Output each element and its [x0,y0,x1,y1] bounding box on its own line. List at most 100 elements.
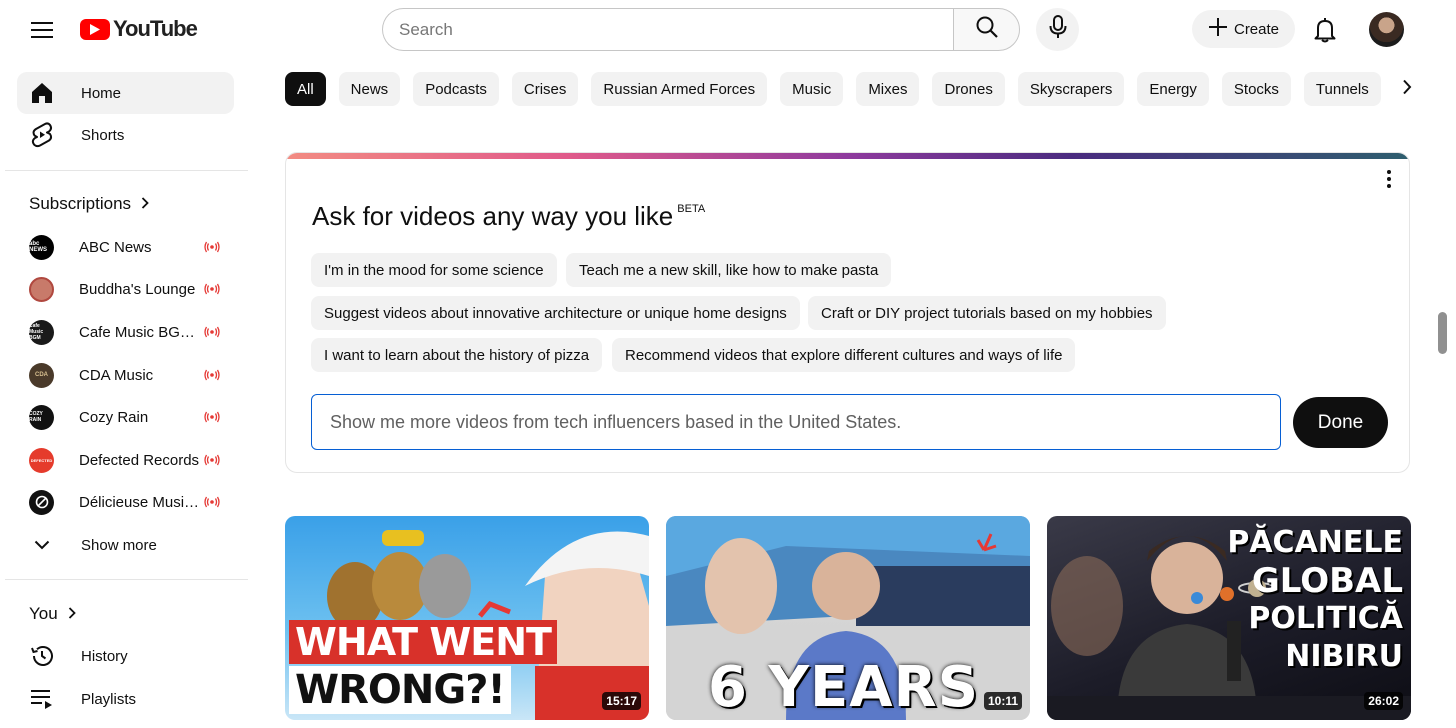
channel-avatar [29,276,54,302]
sidebar: Home Shorts Subscriptions abc NEWS ABC N… [0,58,250,728]
live-indicator-icon [204,240,220,254]
sidebar-item-subscription[interactable]: CDA CDA Music [17,354,234,396]
channel-avatar: COZY RAIN [29,404,54,430]
avatar-text: DEFECTED [30,457,53,463]
suggested-prompt[interactable]: I want to learn about the history of piz… [311,338,603,372]
chips-next-button[interactable] [1392,72,1422,106]
suggested-prompt[interactable]: Craft or DIY project tutorials based on … [808,296,1166,330]
video-thumbnail[interactable]: PĂCANELE GLOBAL POLITICĂ NIBIRU 26:02 [1047,516,1411,720]
chip-all[interactable]: All [285,72,326,106]
chip-russian-armed-forces[interactable]: Russian Armed Forces [591,72,768,106]
sidebar-item-label: Cozy Rain [79,408,149,426]
top-bar: YouTube Create [0,0,1456,58]
sidebar-item-label: Defected Records [79,451,200,469]
thumbnail-caption: POLITICĂ [1248,601,1403,636]
subscriptions-label: Subscriptions [29,194,132,213]
chip-drones[interactable]: Drones [932,72,1005,106]
ask-card-title: Ask for videos any way you like BETA [312,201,705,232]
sidebar-item-history[interactable]: History [17,635,234,677]
ask-query-input[interactable] [311,394,1281,450]
beta-badge: BETA [677,203,706,215]
live-indicator-icon [204,282,220,296]
chip-music[interactable]: Music [780,72,844,106]
live-indicator-icon [204,410,220,424]
sidebar-item-playlists[interactable]: Playlists [17,678,234,720]
avatar-text: CDA [35,372,48,378]
channel-avatar: DEFECTED [29,447,54,473]
chip-tunnels[interactable]: Tunnels [1303,72,1381,106]
search-button[interactable] [953,8,1020,51]
user-avatar[interactable] [1369,12,1404,47]
show-more-label: Show more [81,536,157,554]
suggested-prompt[interactable]: Recommend videos that explore different … [612,338,1076,372]
hamburger-menu-icon[interactable] [22,10,62,50]
sidebar-item-label: ABC News [79,238,152,256]
sidebar-item-label: Home [81,84,122,102]
subscriptions-heading[interactable]: Subscriptions [29,194,149,214]
sidebar-item-label: History [81,647,128,665]
search-icon [975,15,999,44]
sidebar-item-home[interactable]: Home [17,72,234,114]
sidebar-divider [5,170,248,171]
channel-avatar: Cafe Music BGM [29,319,54,345]
channel-avatar: CDA [29,362,54,388]
video-thumbnail[interactable]: 6 YEARS 10:11 [666,516,1030,720]
sidebar-item-subscription[interactable]: Buddha's Lounge [17,268,234,310]
notifications-bell-icon[interactable] [1305,10,1345,50]
chip-crises[interactable]: Crises [511,72,579,106]
sidebar-item-shorts[interactable]: Shorts [17,114,234,156]
done-button[interactable]: Done [1293,397,1388,448]
voice-search-button[interactable] [1036,8,1079,51]
show-more-button[interactable]: Show more [17,524,234,566]
you-heading[interactable]: You [29,604,76,624]
sidebar-item-label: Délicieuse Musique [79,493,201,511]
sidebar-item-label: Cafe Music BGM channel [79,323,201,341]
sidebar-item-subscription[interactable]: abc NEWS ABC News [17,226,234,268]
more-options-icon[interactable] [1379,167,1399,191]
create-button[interactable]: Create [1192,10,1295,48]
youtube-play-icon [80,18,110,40]
filter-chips-bar: All News Podcasts Crises Russian Armed F… [285,72,1395,106]
create-label: Create [1233,20,1280,38]
chip-podcasts[interactable]: Podcasts [413,72,499,106]
logo-text: YouTube [113,16,198,41]
home-icon [29,80,55,106]
chevron-down-icon [29,532,55,558]
video-thumbnail[interactable]: WHAT WENT WRONG?! 15:17 [285,516,649,720]
page-scrollbar-thumb[interactable] [1438,312,1447,354]
sidebar-item-label: Playlists [81,690,137,708]
sidebar-item-label: CDA Music [79,366,154,384]
suggested-prompt[interactable]: I'm in the mood for some science [311,253,557,287]
live-indicator-icon [204,495,220,509]
avatar-text: Cafe Music BGM [29,323,44,341]
channel-avatar: abc NEWS [29,234,54,260]
shorts-icon [29,122,55,148]
history-icon [29,643,55,669]
video-duration: 10:11 [983,692,1022,710]
chip-stocks[interactable]: Stocks [1221,72,1291,106]
video-duration: 15:17 [602,692,641,710]
chevron-right-icon [1402,79,1412,100]
thumbnail-caption: GLOBAL [1251,561,1403,601]
live-indicator-icon [204,325,220,339]
thumbnail-caption: 6 YEARS [708,655,980,720]
suggested-prompt[interactable]: Teach me a new skill, like how to make p… [566,253,892,287]
avatar-text: COZY RAIN [29,411,43,423]
chip-news[interactable]: News [338,72,401,106]
thumbnail-caption: WRONG?! [289,666,511,714]
sidebar-item-label: Shorts [81,126,125,144]
search-input[interactable] [382,8,953,51]
sidebar-item-subscription[interactable]: Délicieuse Musique [17,481,234,523]
ask-for-videos-card: Ask for videos any way you like BETA I'm … [285,152,1410,473]
youtube-logo[interactable]: YouTube [80,16,198,42]
chip-energy[interactable]: Energy [1137,72,1209,106]
sidebar-item-subscription[interactable]: DEFECTED Defected Records [17,439,234,481]
sidebar-item-subscription[interactable]: Cafe Music BGM Cafe Music BGM channel [17,311,234,353]
suggested-prompt[interactable]: Suggest videos about innovative architec… [311,296,800,330]
sidebar-item-label: Buddha's Lounge [79,280,196,298]
plus-icon [1208,17,1228,41]
chevron-right-icon [68,604,76,624]
chip-mixes[interactable]: Mixes [856,72,920,106]
sidebar-item-subscription[interactable]: COZY RAIN Cozy Rain [17,396,234,438]
chip-skyscrapers[interactable]: Skyscrapers [1017,72,1125,106]
